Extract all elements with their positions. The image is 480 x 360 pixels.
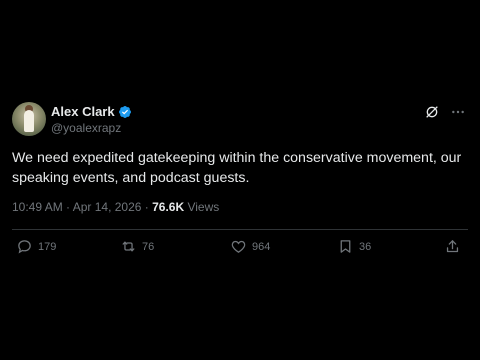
like-button[interactable]: 964 <box>230 238 270 255</box>
reply-button[interactable]: 179 <box>16 238 56 255</box>
display-name[interactable]: Alex Clark <box>51 104 115 120</box>
heart-icon <box>231 240 246 253</box>
bookmark-icon <box>340 240 351 253</box>
repost-icon <box>122 241 135 252</box>
tweet-date[interactable]: Apr 14, 2026 <box>73 200 142 214</box>
bookmark-button[interactable]: 36 <box>337 238 371 255</box>
reply-count: 179 <box>38 240 57 253</box>
tweet: Alex Clark @yoalexrapz We need expedited… <box>0 0 480 360</box>
meta-separator: · <box>62 200 73 214</box>
avatar-figure-shape <box>24 110 34 132</box>
bookmark-count: 36 <box>359 240 372 253</box>
meta-separator: · <box>141 200 153 214</box>
views-label: Views <box>184 200 220 214</box>
name-row: Alex Clark <box>51 104 132 120</box>
repost-count: 76 <box>142 240 155 253</box>
share-icon <box>446 240 459 253</box>
tweet-time[interactable]: 10:49 AM <box>12 200 63 214</box>
action-bar: 179 76 964 36 <box>12 238 468 260</box>
repost-button[interactable]: 76 <box>120 238 154 255</box>
views-count[interactable]: 76.6K <box>152 200 184 214</box>
tweet-meta: 10:49 AM · Apr 14, 2026 · 76.6K Views <box>12 200 219 214</box>
more-icon[interactable] <box>450 104 466 120</box>
avatar[interactable] <box>12 102 46 136</box>
like-count: 964 <box>252 240 271 253</box>
user-handle[interactable]: @yoalexrapz <box>51 121 121 136</box>
grok-icon[interactable] <box>424 104 440 120</box>
divider <box>12 229 468 230</box>
top-actions <box>424 104 466 120</box>
tweet-text: We need expedited gatekeeping within the… <box>12 150 462 186</box>
share-button[interactable] <box>444 238 461 255</box>
verified-badge-icon[interactable] <box>118 105 132 119</box>
reply-icon <box>18 240 31 254</box>
